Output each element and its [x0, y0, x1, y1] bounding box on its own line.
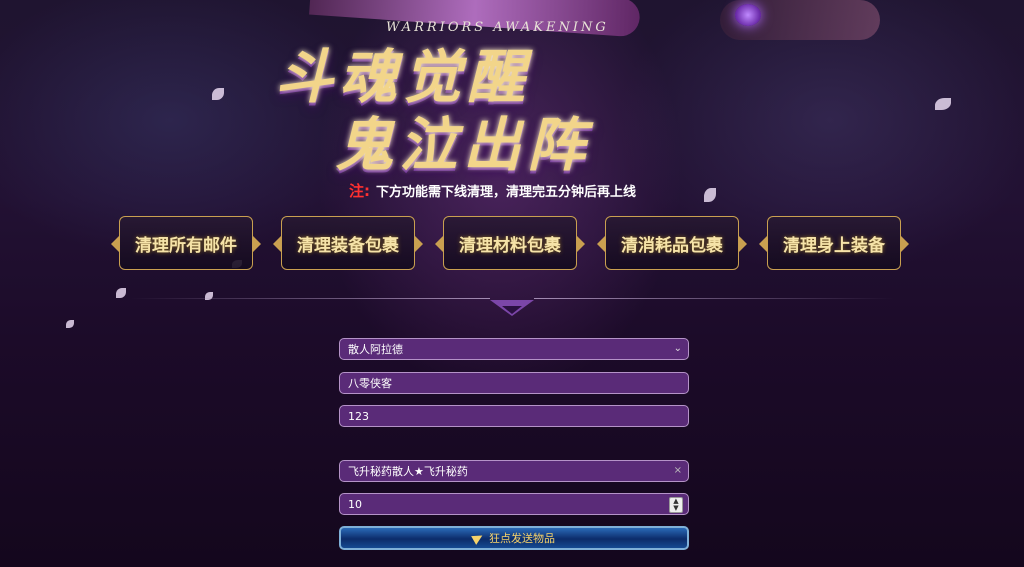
- arrow-left-decoration: [759, 236, 767, 252]
- send-item-label: 狂点发送物品: [489, 532, 555, 545]
- notice-text: 下方功能需下线清理，清理完五分钟后再上线: [376, 185, 637, 200]
- button-label: 清理身上装备: [783, 235, 885, 256]
- character-select[interactable]: 散人阿拉德 ⌄: [339, 338, 689, 360]
- quantity-input[interactable]: 10 ▲ ▼: [339, 493, 689, 515]
- chevron-down-icon: ⌄: [673, 343, 682, 354]
- arrow-left-decoration: [435, 236, 443, 252]
- item-select[interactable]: 飞升秘药散人★飞升秘药 ×: [339, 460, 689, 482]
- arrow-right-decoration: [577, 236, 585, 252]
- clear-worn-equipment-button[interactable]: 清理身上装备: [759, 216, 909, 270]
- arrow-right-decoration: [253, 236, 261, 252]
- arrow-right-decoration: [739, 236, 747, 252]
- clear-material-bag-button[interactable]: 清理材料包裹: [435, 216, 585, 270]
- notice-label: 注:: [349, 182, 370, 200]
- paper-plane-icon: [471, 531, 485, 545]
- arrow-left-decoration: [597, 236, 605, 252]
- number-stepper-icon[interactable]: ▲ ▼: [669, 497, 683, 513]
- character-select-value: 散人阿拉德: [348, 343, 403, 356]
- account-input-value: 八零侠客: [348, 377, 392, 390]
- button-label: 清消耗品包裹: [621, 235, 723, 256]
- clear-icon[interactable]: ×: [674, 465, 682, 476]
- notice: 注: 下方功能需下线清理，清理完五分钟后再上线: [349, 180, 636, 201]
- account-input[interactable]: 八零侠客: [339, 372, 689, 394]
- arrow-left-decoration: [273, 236, 281, 252]
- password-input-value: 123: [348, 409, 369, 423]
- arrow-left-decoration: [111, 236, 119, 252]
- clear-consumable-bag-button[interactable]: 清消耗品包裹: [597, 216, 747, 270]
- quantity-input-value: 10: [348, 497, 362, 511]
- button-label: 清理材料包裹: [459, 235, 561, 256]
- chevron-inner-decoration: [502, 306, 522, 314]
- password-input[interactable]: 123: [339, 405, 689, 427]
- button-label: 清理装备包裹: [297, 235, 399, 256]
- arrow-right-decoration: [901, 236, 909, 252]
- arrow-right-decoration: [415, 236, 423, 252]
- clear-all-mail-button[interactable]: 清理所有邮件: [111, 216, 261, 270]
- send-item-button[interactable]: 狂点发送物品: [339, 526, 689, 550]
- gem-decoration: [735, 4, 761, 26]
- game-title-line2: 鬼泣出阵: [335, 111, 592, 179]
- clear-equipment-bag-button[interactable]: 清理装备包裹: [273, 216, 423, 270]
- button-label: 清理所有邮件: [135, 235, 237, 256]
- item-select-value: 飞升秘药散人★飞升秘药: [348, 465, 468, 478]
